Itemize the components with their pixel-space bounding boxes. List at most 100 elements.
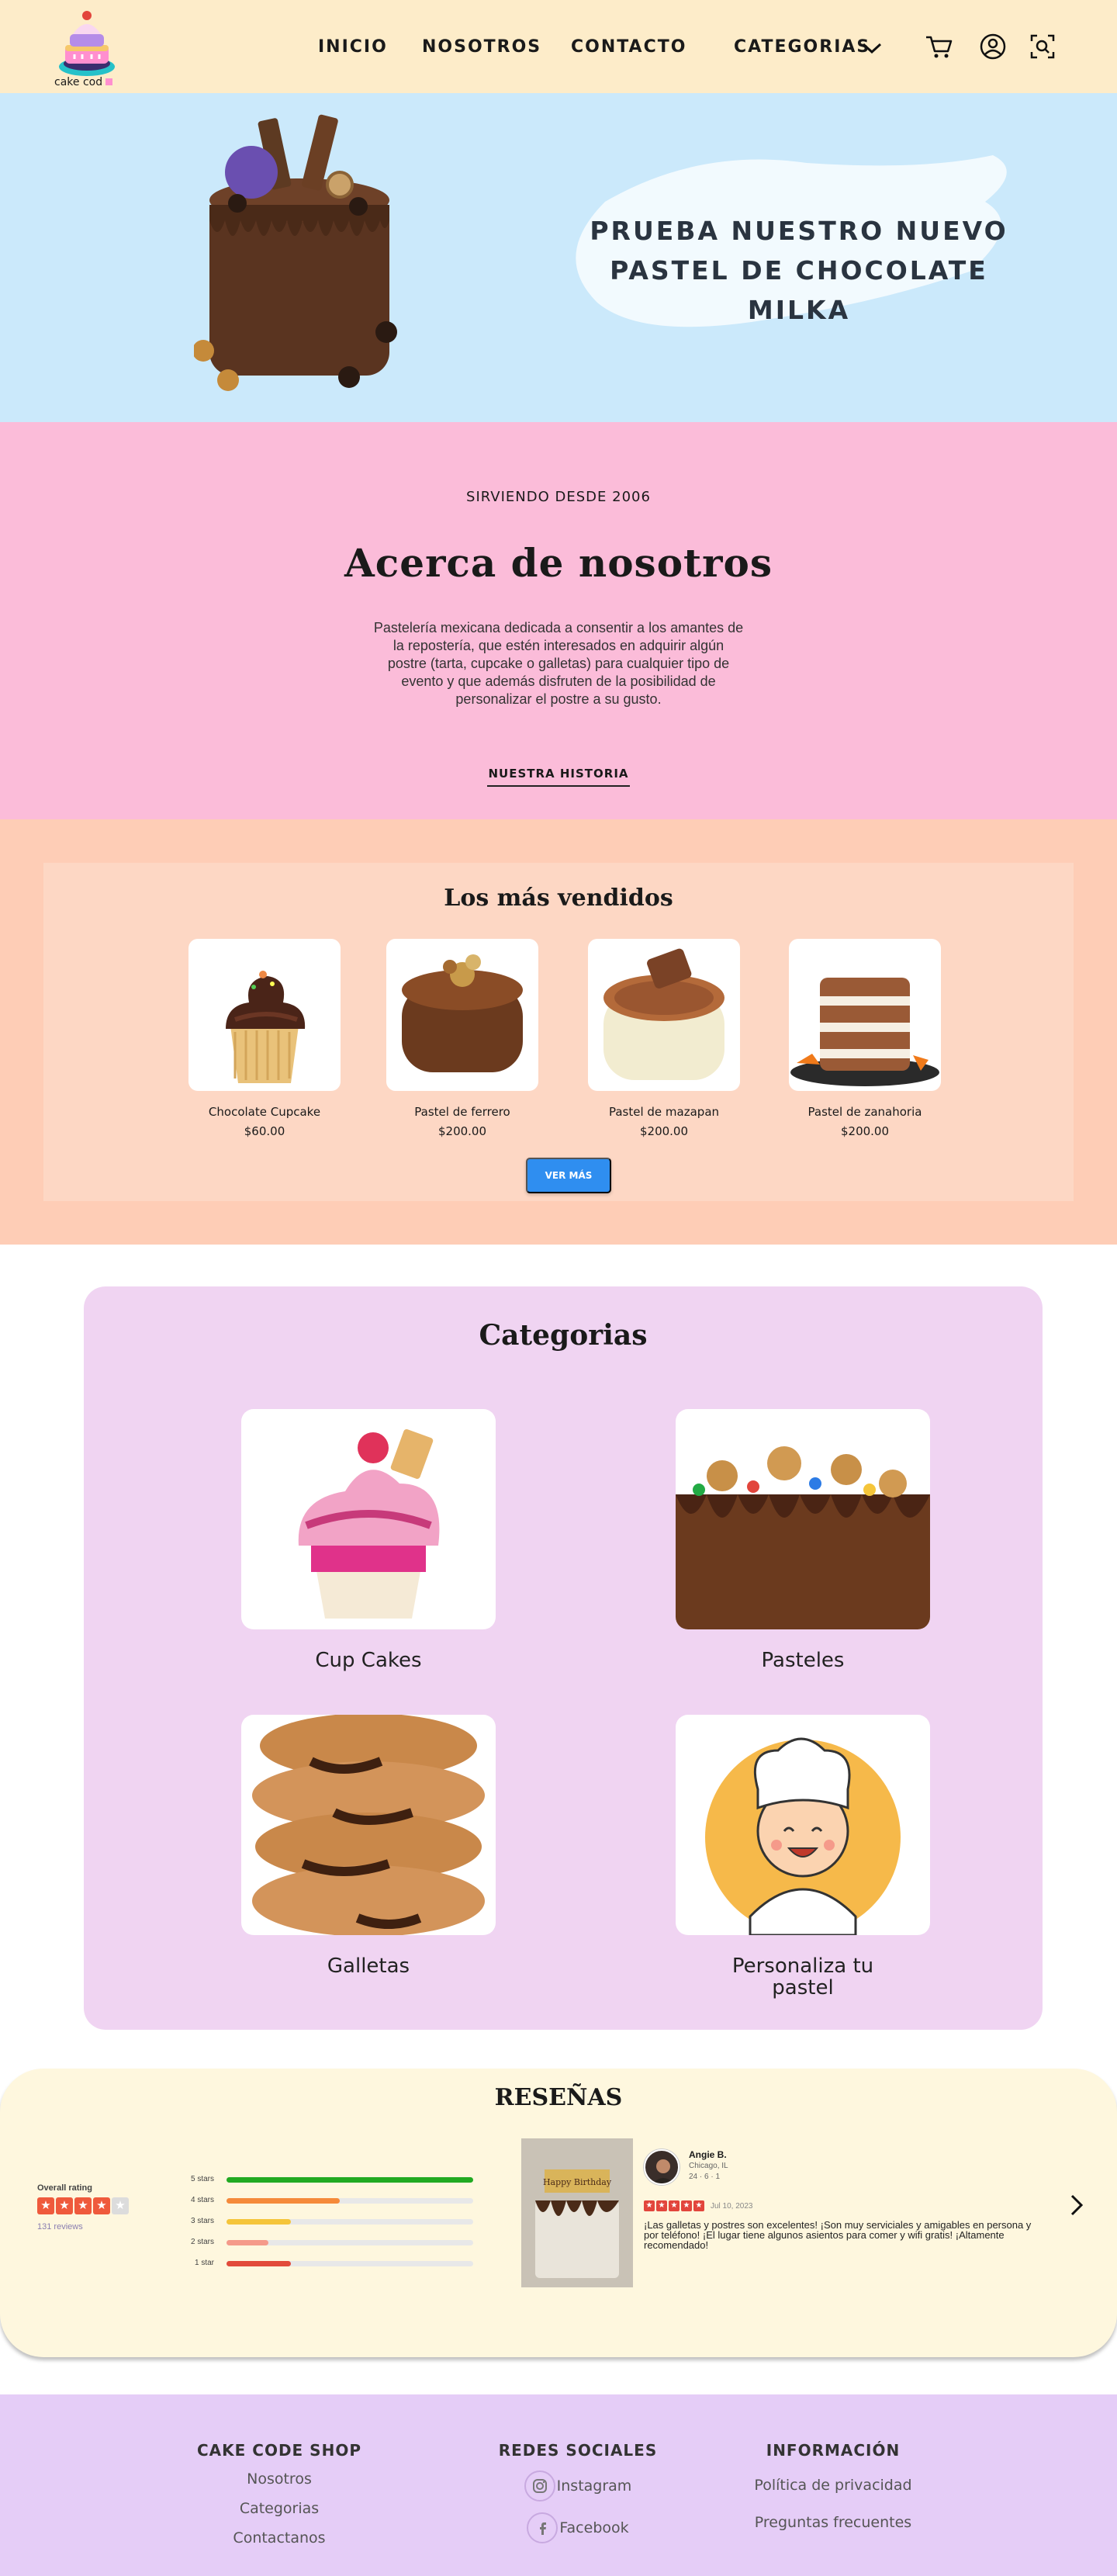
product-name: Chocolate Cupcake — [208, 1105, 321, 1119]
about-description: Pastelería mexicana dedicada a consentir… — [373, 620, 744, 707]
footer-link-facebook[interactable]: Facebook — [462, 2512, 694, 2543]
rating-bar-track — [227, 2219, 473, 2225]
chevron-down-icon[interactable] — [861, 40, 883, 56]
nav-link-categorias[interactable]: CATEGORIAS — [734, 37, 870, 57]
rating-bar-row[interactable]: 5 stars — [178, 2174, 473, 2185]
rating-bar-label: 4 stars — [190, 2196, 214, 2204]
rating-bar-fill — [227, 2198, 341, 2204]
star-icon: ★ — [37, 2197, 54, 2214]
footer-social-title: REDES SOCIALES — [498, 2441, 658, 2460]
star-icon: ★ — [56, 2197, 73, 2214]
nav-link-nosotros[interactable]: NOSOTROS — [422, 37, 541, 57]
about-section: SIRVIENDO DESDE 2006 Acerca de nosotros … — [0, 422, 1117, 819]
product-card[interactable]: Pastel de zanahoria $200.00 — [789, 939, 941, 1138]
rating-bar-track — [227, 2240, 473, 2245]
pastel-ferrero-image — [386, 939, 538, 1091]
category-label: Galletas — [327, 1955, 410, 1978]
nav-link-inicio[interactable]: INICIO — [318, 37, 388, 57]
instagram-label[interactable]: Instagram — [557, 2477, 632, 2495]
cart-icon[interactable] — [923, 31, 954, 62]
rating-bar-row[interactable]: 1 star — [178, 2258, 473, 2269]
chef-category-image — [676, 1715, 930, 1935]
about-kicker: SIRVIENDO DESDE 2006 — [466, 489, 651, 505]
category-label: Pasteles — [761, 1649, 845, 1672]
footer-link-instagram[interactable]: Instagram — [462, 2470, 694, 2502]
rating-bar-row[interactable]: 2 stars — [178, 2237, 473, 2248]
chocolate-cupcake-image — [188, 939, 341, 1091]
pastel-zanahoria-image — [789, 939, 941, 1091]
product-price: $60.00 — [244, 1124, 285, 1138]
footer-link-preguntas[interactable]: Preguntas frecuentes — [717, 2514, 949, 2531]
about-title: Acerca de nosotros — [344, 540, 773, 586]
star-icon: ★ — [74, 2197, 92, 2214]
best-sellers-panel: Los más vendidos Chocolate Cupcake $60.0… — [43, 863, 1074, 1201]
rating-bar-track — [227, 2261, 473, 2266]
rating-bar-fill — [227, 2240, 269, 2245]
best-sellers-title: Los más vendidos — [444, 885, 673, 912]
rating-bar-track — [227, 2198, 473, 2204]
footer-link-contactanos[interactable]: Contactanos — [163, 2529, 396, 2547]
footer-column-info: INFORMACIÓN Política de privacidad Pregu… — [717, 2441, 949, 2531]
logo-text: cake cod — [54, 76, 113, 88]
scan-search-icon[interactable] — [1027, 31, 1058, 62]
category-label: Personaliza tu pastel — [731, 1955, 874, 2000]
product-card[interactable]: Chocolate Cupcake $60.00 — [188, 939, 341, 1138]
rating-bar-row[interactable]: 3 stars — [178, 2216, 473, 2227]
rating-bar-fill — [227, 2219, 291, 2225]
reviewer-avatar — [644, 2149, 680, 2185]
category-pasteles[interactable]: Pasteles — [676, 1409, 930, 1671]
product-name: Pastel de ferrero — [414, 1105, 510, 1119]
overall-rating-stars: ★ ★ ★ ★ ★ — [37, 2197, 129, 2214]
review-text: ¡Las galletas y postres son excelentes! … — [644, 2219, 1032, 2251]
top-navbar: cake cod INICIO NOSOTROS CONTACTO CATEGO… — [0, 0, 1117, 93]
footer-column-social: REDES SOCIALES Instagram Facebook — [462, 2441, 694, 2543]
reviews-title: RESEÑAS — [494, 2084, 623, 2111]
footer-link-categorias[interactable]: Categorias — [163, 2500, 396, 2517]
ver-mas-button[interactable]: VER MÁS — [526, 1158, 611, 1193]
user-icon[interactable] — [977, 31, 1008, 62]
galletas-category-image — [241, 1715, 496, 1935]
rating-bar-label: 1 star — [194, 2259, 214, 2267]
star-icon: ★ — [681, 2200, 692, 2211]
instagram-icon — [524, 2470, 555, 2502]
star-icon: ★ — [112, 2197, 129, 2214]
product-name: Pastel de zanahoria — [807, 1105, 922, 1119]
reviewer-name[interactable]: Angie B. — [689, 2149, 727, 2160]
rating-bar-row[interactable]: 4 stars — [178, 2195, 473, 2206]
product-price: $200.00 — [437, 1124, 487, 1138]
product-name: Pastel de mazapan — [608, 1105, 720, 1119]
category-personaliza-pastel[interactable]: Personaliza tu pastel — [676, 1715, 930, 1999]
star-icon: ★ — [644, 2200, 655, 2211]
hero-title-line-2: PASTEL DE CHOCOLATE MILKA — [610, 255, 988, 325]
chevron-right-icon[interactable] — [1067, 2193, 1086, 2218]
review-count[interactable]: 131 reviews — [37, 2222, 83, 2231]
review-stars: ★ ★ ★ ★ ★ — [644, 2200, 704, 2211]
cupcake-category-image — [241, 1409, 496, 1629]
hero-title-line-1: PRUEBA NUESTRO NUEVO — [590, 216, 1008, 246]
hero-title: PRUEBA NUESTRO NUEVO PASTEL DE CHOCOLATE… — [574, 211, 1024, 330]
hero-banner: PRUEBA NUESTRO NUEVO PASTEL DE CHOCOLATE… — [0, 93, 1117, 422]
reviewer-location: Chicago, IL — [689, 2162, 728, 2170]
footer-link-nosotros[interactable]: Nosotros — [163, 2470, 396, 2488]
footer-column-shop: CAKE CODE SHOP Nosotros Categorias Conta… — [163, 2441, 396, 2547]
footer-link-privacidad[interactable]: Política de privacidad — [717, 2477, 949, 2494]
review-photo[interactable]: Happy Birthday — [521, 2138, 633, 2287]
product-price: $200.00 — [840, 1124, 890, 1138]
cake-topper-text: Happy Birthday — [543, 2177, 612, 2187]
rating-bar-fill — [227, 2177, 473, 2183]
product-price: $200.00 — [639, 1124, 689, 1138]
product-card[interactable]: Pastel de mazapan $200.00 — [588, 939, 740, 1138]
rating-bar-track — [227, 2177, 473, 2183]
category-galletas[interactable]: Galletas — [241, 1715, 496, 1977]
best-sellers-section: Los más vendidos Chocolate Cupcake $60.0… — [0, 819, 1117, 1245]
star-icon: ★ — [693, 2200, 704, 2211]
product-card[interactable]: Pastel de ferrero $200.00 — [386, 939, 538, 1138]
nav-link-contacto[interactable]: CONTACTO — [571, 37, 686, 57]
nuestra-historia-link[interactable]: NUESTRA HISTORIA — [487, 767, 630, 787]
footer-shop-title: CAKE CODE SHOP — [197, 2441, 361, 2460]
star-icon: ★ — [656, 2200, 667, 2211]
category-cup-cakes[interactable]: Cup Cakes — [241, 1409, 496, 1671]
facebook-label[interactable]: Facebook — [559, 2519, 628, 2536]
pasteles-category-image — [676, 1409, 930, 1629]
category-label: Cup Cakes — [315, 1649, 422, 1672]
